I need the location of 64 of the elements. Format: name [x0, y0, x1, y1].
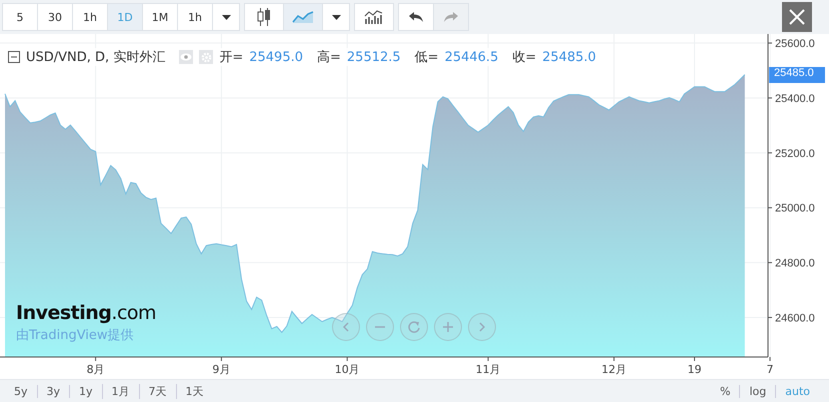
axis-label: 7 — [766, 363, 774, 376]
logo: Investing.com — [16, 302, 156, 324]
interval-dropdown[interactable] — [212, 3, 240, 31]
range-link[interactable]: 7天 — [138, 384, 176, 398]
range-link[interactable]: 3y — [36, 384, 70, 398]
zoom-out-button[interactable] — [366, 313, 394, 341]
credit-text: 由TradingView提供 — [16, 327, 135, 344]
undo-button[interactable] — [398, 3, 434, 31]
interval-button[interactable]: 30 — [37, 3, 73, 31]
chart-type-button[interactable] — [244, 3, 284, 31]
eye-icon[interactable] — [179, 50, 194, 64]
reset-button[interactable] — [400, 313, 428, 341]
ohlc-value: 25495.0 — [249, 50, 303, 64]
ohlc-label: 高= — [317, 49, 341, 66]
rotate-icon — [408, 321, 420, 333]
current-price-label: 25485.0 — [769, 66, 825, 83]
zoom-in-button[interactable] — [434, 313, 462, 341]
ohlc-value: 25485.0 — [542, 50, 596, 64]
axis-label: 25400.0 — [775, 92, 815, 105]
axis-label: 24800.0 — [775, 258, 815, 270]
scale-option[interactable]: % — [711, 384, 740, 398]
candlestick-icon — [257, 7, 271, 27]
redo-arrow-icon — [443, 11, 459, 23]
indicators-icon — [364, 9, 384, 25]
range-link[interactable]: 5y — [10, 384, 37, 398]
interval-button[interactable]: 1M — [142, 3, 178, 31]
ohlc-label: 低= — [414, 49, 439, 66]
symbol-title: USD/VND, D, 实时外汇 — [26, 49, 166, 66]
scroll-right-button[interactable] — [468, 313, 496, 341]
axis-label: 8月 — [86, 363, 105, 376]
minus-icon — [375, 326, 385, 328]
collapse-icon[interactable] — [8, 51, 20, 63]
axis-label: 10月 — [334, 363, 360, 376]
caret-icon — [222, 14, 230, 20]
interval-button[interactable]: 5 — [2, 3, 38, 31]
area-chart-icon — [292, 11, 314, 23]
chevron-right-icon — [479, 322, 485, 332]
interval-button[interactable]: 1h — [72, 3, 108, 31]
range-link[interactable]: 1天 — [176, 384, 213, 398]
axis-label: 11月 — [476, 363, 501, 376]
undo-arrow-icon — [408, 11, 424, 23]
plus-icon — [443, 322, 453, 332]
caret-icon — [332, 14, 340, 20]
range-link[interactable]: 1月 — [102, 384, 139, 398]
axis-label: 25000.0 — [775, 202, 815, 215]
axis-label: 25200.0 — [775, 148, 815, 160]
axis-label: 9月 — [212, 363, 230, 376]
axis-label: 19 — [688, 363, 702, 376]
interval-button[interactable]: 1h — [177, 3, 213, 31]
axis-label: 24600.0 — [775, 312, 815, 324]
indicators-button[interactable] — [354, 3, 394, 31]
close-icon — [789, 9, 805, 25]
ohlc-value: 25446.5 — [444, 50, 498, 64]
scale-option[interactable]: log — [739, 384, 776, 398]
close-button[interactable] — [782, 2, 812, 32]
scroll-left-button[interactable] — [332, 313, 360, 341]
ohlc-label: 开= — [219, 49, 244, 66]
range-link[interactable]: 1y — [69, 384, 102, 398]
chevron-left-icon — [343, 322, 349, 332]
axis-label: 25600.0 — [775, 38, 815, 50]
ohlc-label: 收= — [512, 49, 536, 66]
ohlc-value: 25512.5 — [346, 50, 401, 64]
axis-label: 12月 — [601, 363, 626, 376]
chart-type-dropdown[interactable] — [322, 3, 350, 31]
